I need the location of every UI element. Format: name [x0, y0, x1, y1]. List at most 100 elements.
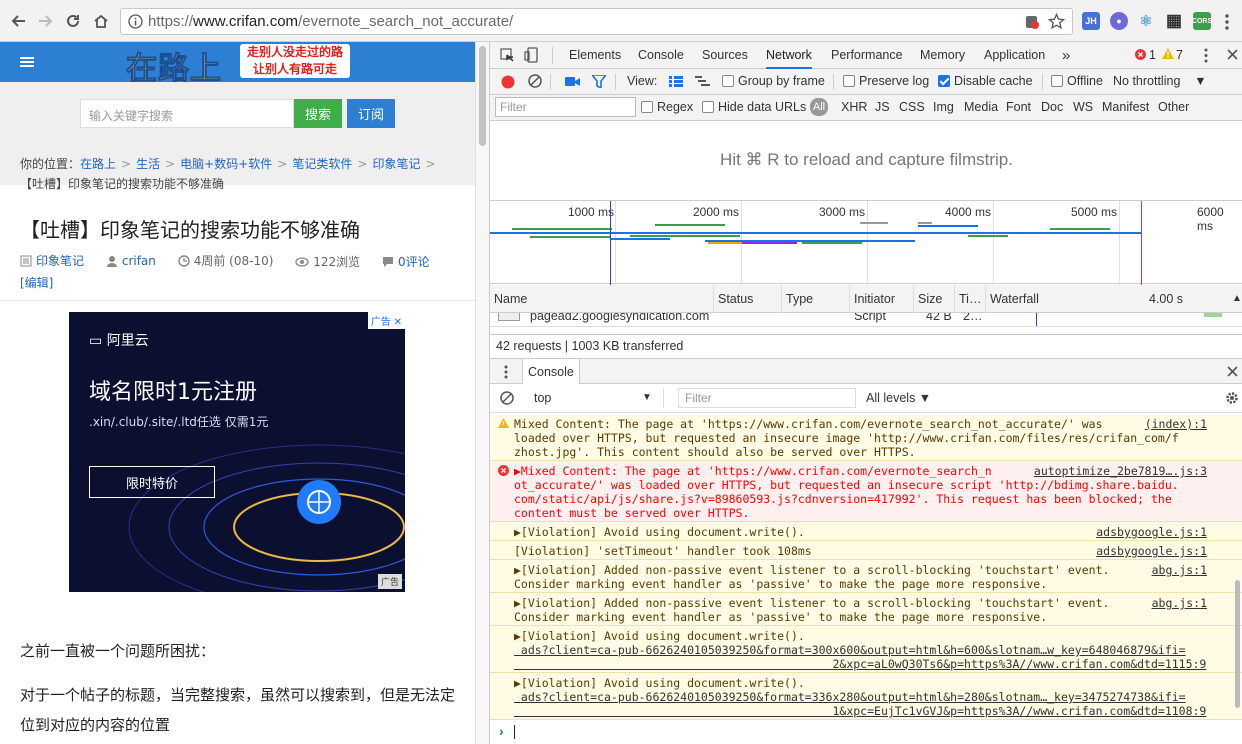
- console-message-warning[interactable]: Mixed Content: The page at 'https://www.…: [490, 414, 1242, 461]
- search-button[interactable]: 搜索: [294, 99, 342, 128]
- forward-button[interactable]: [34, 10, 56, 32]
- content-blocked-icon[interactable]: [1024, 14, 1040, 30]
- preserve-log-checkbox[interactable]: Preserve log: [843, 74, 929, 88]
- waterfall-overview-icon[interactable]: [695, 76, 710, 87]
- tab-network[interactable]: Network: [766, 42, 812, 69]
- home-button[interactable]: [90, 10, 112, 32]
- screenshot-camera-icon[interactable]: [565, 76, 580, 87]
- console-message-warning[interactable]: ▶[Violation] Added non-passive event lis…: [490, 560, 1242, 593]
- clear-icon[interactable]: [528, 74, 542, 88]
- filter-media[interactable]: Media: [964, 100, 998, 114]
- tab-performance[interactable]: Performance: [831, 42, 903, 69]
- console-message-warning[interactable]: [Violation] 'setTimeout' handler took 10…: [490, 541, 1242, 560]
- network-overview-timeline[interactable]: 1000 ms 2000 ms 3000 ms 4000 ms 5000 ms …: [490, 200, 1242, 285]
- tab-sources[interactable]: Sources: [702, 42, 748, 69]
- more-tabs-button[interactable]: »: [1062, 42, 1070, 69]
- filter-manifest[interactable]: Manifest: [1102, 100, 1149, 114]
- search-input[interactable]: 输入关键字搜索: [80, 99, 294, 128]
- page-scrollbar[interactable]: [475, 42, 489, 744]
- ad-cta-button[interactable]: 限时特价: [89, 466, 215, 498]
- reload-button[interactable]: [62, 10, 84, 32]
- console-message-warning[interactable]: ▶[Violation] Avoid using document.write(…: [490, 626, 1242, 673]
- column-type[interactable]: Type: [782, 285, 850, 313]
- inspect-element-icon[interactable]: [500, 48, 515, 63]
- message-source-link[interactable]: (index):1: [1145, 417, 1207, 431]
- tab-elements[interactable]: Elements: [569, 42, 621, 69]
- network-filter-input[interactable]: Filter: [495, 97, 636, 117]
- globe-extension-icon[interactable]: ●: [1110, 12, 1128, 30]
- cors-extension-icon[interactable]: CORS: [1192, 12, 1212, 30]
- devtools-menu-icon[interactable]: [1204, 48, 1208, 63]
- filter-other[interactable]: Other: [1158, 100, 1189, 114]
- console-message-warning[interactable]: ▶[Violation] Added non-passive event lis…: [490, 593, 1242, 626]
- device-toolbar-icon[interactable]: [524, 47, 539, 63]
- column-initiator[interactable]: Initiator: [850, 285, 914, 313]
- filter-all-button[interactable]: All: [810, 98, 828, 116]
- edit-link[interactable]: [编辑]: [20, 276, 53, 290]
- bookmark-star-icon[interactable]: [1048, 13, 1065, 30]
- request-row[interactable]: pagead2.googlesyndication.com Script 42 …: [490, 313, 1242, 327]
- regex-checkbox[interactable]: Regex: [641, 100, 693, 114]
- context-select[interactable]: top ▼: [524, 388, 664, 408]
- qr-extension-icon[interactable]: ▦: [1165, 11, 1183, 30]
- drawer-menu-icon[interactable]: [504, 365, 508, 379]
- column-size[interactable]: Size: [914, 285, 955, 313]
- message-source-link[interactable]: adsbygoogle.js:1: [1096, 544, 1207, 558]
- filter-font[interactable]: Font: [1006, 100, 1031, 114]
- log-levels-select[interactable]: All levels ▼: [866, 391, 931, 405]
- breadcrumb-item[interactable]: 笔记类软件: [292, 157, 352, 171]
- hide-data-urls-checkbox[interactable]: Hide data URLs: [702, 100, 806, 114]
- error-count[interactable]: 1: [1149, 48, 1156, 62]
- filter-ws[interactable]: WS: [1073, 100, 1093, 114]
- filter-xhr[interactable]: XHR: [841, 100, 867, 114]
- column-name[interactable]: Name: [490, 285, 714, 313]
- column-waterfall[interactable]: Waterfall 4.00 s ▲: [986, 285, 1242, 313]
- subscribe-button[interactable]: 订阅: [347, 99, 395, 128]
- console-prompt[interactable]: ›: [490, 720, 1242, 744]
- console-clear-icon[interactable]: [500, 391, 514, 405]
- filter-icon[interactable]: [592, 75, 606, 88]
- large-rows-icon[interactable]: [669, 76, 683, 87]
- message-source-link[interactable]: abg.js:1: [1152, 563, 1207, 577]
- message-source-link[interactable]: abg.js:1: [1152, 596, 1207, 610]
- advertisement-banner[interactable]: 广告 ✕ ▭ 阿里云 域名限时1元注册 .xin/.club/.site/.lt…: [69, 312, 405, 592]
- filter-css[interactable]: CSS: [899, 100, 925, 114]
- close-drawer-icon[interactable]: [1227, 366, 1238, 377]
- console-message-error[interactable]: ▶Mixed Content: The page at 'https://www…: [490, 461, 1242, 522]
- offline-checkbox[interactable]: Offline: [1051, 74, 1103, 88]
- hamburger-menu-icon[interactable]: [20, 57, 34, 69]
- message-source-link[interactable]: adsbygoogle.js:1: [1096, 525, 1207, 539]
- disable-cache-checkbox[interactable]: Disable cache: [938, 74, 1033, 88]
- jh-extension-icon[interactable]: JH: [1082, 12, 1100, 30]
- breadcrumb-item[interactable]: 印象笔记: [372, 157, 420, 171]
- breadcrumb-item[interactable]: 生活: [136, 157, 160, 171]
- drawer-tab-console[interactable]: Console: [522, 359, 580, 385]
- info-icon[interactable]: [128, 14, 143, 29]
- record-icon[interactable]: [500, 74, 516, 90]
- console-settings-gear-icon[interactable]: [1225, 391, 1239, 405]
- column-time[interactable]: Ti…: [955, 285, 986, 313]
- ad-choices-badge[interactable]: 广告 ✕: [367, 312, 405, 329]
- warning-count[interactable]: 7: [1176, 48, 1183, 62]
- back-button[interactable]: [8, 10, 30, 32]
- console-message-warning[interactable]: ▶[Violation] Avoid using document.write(…: [490, 522, 1242, 541]
- throttling-select[interactable]: No throttling ▼: [1113, 74, 1207, 88]
- filter-doc[interactable]: Doc: [1041, 100, 1063, 114]
- console-message-warning[interactable]: ▶[Violation] Avoid using document.write(…: [490, 673, 1242, 720]
- filter-js[interactable]: JS: [875, 100, 890, 114]
- browser-menu-icon[interactable]: [1224, 13, 1230, 31]
- address-bar[interactable]: https://www.crifan.com/evernote_search_n…: [120, 8, 1073, 35]
- tab-memory[interactable]: Memory: [920, 42, 965, 69]
- group-by-frame-checkbox[interactable]: Group by frame: [722, 74, 825, 88]
- warning-icon[interactable]: [1162, 48, 1174, 59]
- error-icon[interactable]: [1135, 49, 1146, 60]
- console-filter-input[interactable]: Filter: [678, 388, 856, 408]
- meta-author[interactable]: crifan: [106, 251, 156, 271]
- breadcrumb-item[interactable]: 在路上: [80, 157, 116, 171]
- meta-comments[interactable]: 0评论: [382, 252, 430, 272]
- message-source-link[interactable]: autoptimize_2be7819….js:3: [1034, 464, 1207, 478]
- tab-console[interactable]: Console: [638, 42, 684, 69]
- filter-img[interactable]: Img: [933, 100, 954, 114]
- breadcrumb-item[interactable]: 电脑+数码+软件: [180, 157, 272, 171]
- request-initiator[interactable]: Script: [854, 313, 886, 323]
